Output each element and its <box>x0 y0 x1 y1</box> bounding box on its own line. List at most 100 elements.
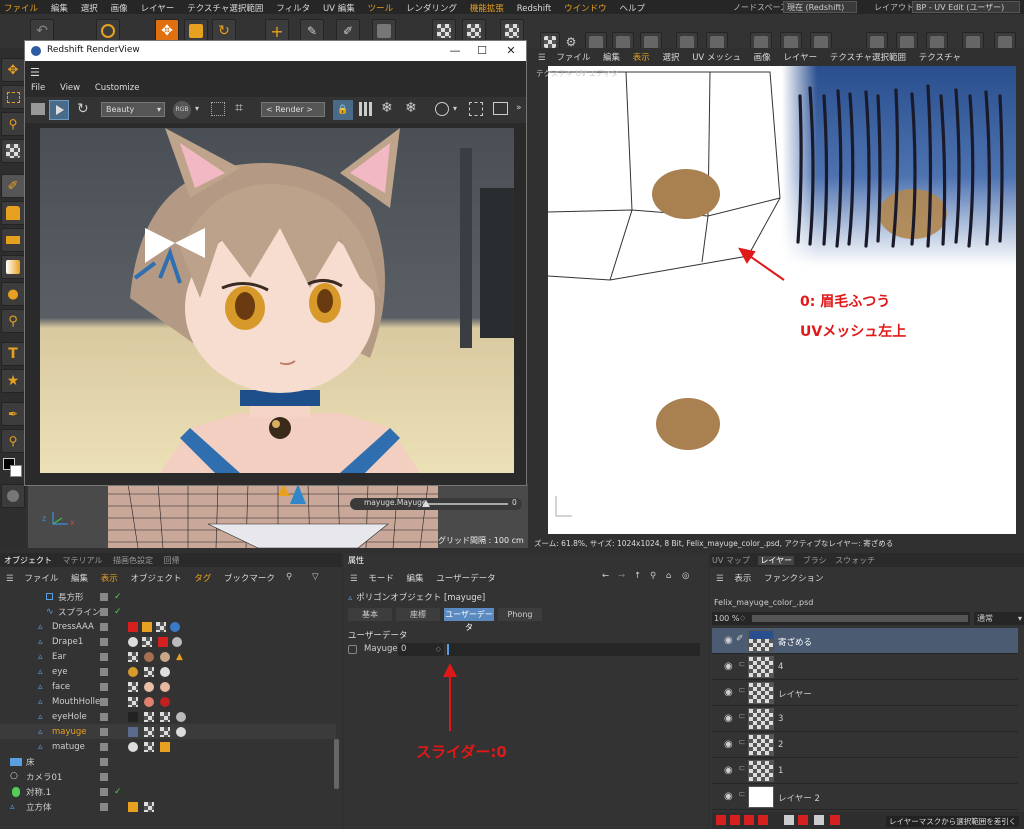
stamp-tool[interactable] <box>1 201 25 225</box>
layer-item[interactable]: ◉ ⊂ レイヤー 2 <box>712 784 1018 810</box>
visibility-icon[interactable] <box>100 787 108 796</box>
visibility-icon[interactable] <box>100 802 108 811</box>
tab-materials[interactable]: マテリアル <box>63 556 103 565</box>
opacity-slider-fill[interactable] <box>752 615 968 622</box>
attr-menu-edit[interactable]: 編集 <box>407 572 424 584</box>
material-tag-icon[interactable] <box>176 726 186 737</box>
eyedropper-tool[interactable]: ✒ <box>1 402 25 426</box>
menu-image[interactable]: 画像 <box>111 2 128 14</box>
om-menu-object[interactable]: オブジェクト <box>130 572 181 584</box>
visibility-icon[interactable] <box>100 622 108 631</box>
fill-tool[interactable]: ● <box>1 282 25 306</box>
material-tag-icon[interactable] <box>160 666 170 677</box>
menu-customize-rv[interactable]: Customize <box>95 83 140 93</box>
layout-select[interactable]: BP - UV Edit (ユーザー) <box>912 1 1020 13</box>
mask-add-icon[interactable] <box>798 815 808 825</box>
om-menu-file[interactable]: ファイル <box>24 572 58 584</box>
list-item[interactable]: ∿ スプライン ✓ <box>0 604 336 619</box>
list-item[interactable]: ⎔ カメラ01 <box>0 769 336 784</box>
blend-mode-select[interactable]: 通常 ▾ <box>974 612 1024 625</box>
focus-icon[interactable] <box>469 102 483 116</box>
om-filter-icon[interactable]: ▽ <box>312 572 319 582</box>
tab-uvmap[interactable]: UV マップ <box>712 556 750 565</box>
menu-redshift[interactable]: Redshift <box>517 4 552 14</box>
uv-menu-file[interactable]: ファイル <box>556 51 590 63</box>
tab-objects[interactable]: オブジェクト <box>4 556 52 565</box>
eye-icon[interactable]: ◉ <box>724 713 733 724</box>
material-tag-icon[interactable] <box>176 711 186 722</box>
grid-overlay-icon[interactable] <box>211 102 225 116</box>
list-item[interactable]: ▵ eyeHole <box>0 709 336 724</box>
warning-icon[interactable]: ▲ <box>176 652 183 662</box>
layer-item[interactable]: ◉ ⊂ 4 <box>712 654 1018 680</box>
material-tag-icon[interactable] <box>128 726 138 737</box>
texture-tag-icon[interactable] <box>156 621 166 632</box>
stepper-icon[interactable]: ◇ <box>436 643 441 656</box>
maximize-button[interactable]: ☐ <box>467 41 497 61</box>
texture-tag-icon[interactable] <box>128 651 138 662</box>
eye-icon[interactable]: ◉ <box>724 635 733 646</box>
list-item[interactable]: ▵ Drape1 <box>0 634 336 649</box>
tab-phong[interactable]: Phong <box>498 608 542 621</box>
menu-layer[interactable]: レイヤー <box>141 2 175 14</box>
slider-handle[interactable] <box>447 644 449 655</box>
material-tag-icon[interactable] <box>128 621 138 632</box>
material-tag-icon[interactable] <box>128 666 138 677</box>
record-button[interactable] <box>1 484 25 508</box>
menu-file-rv[interactable]: File <box>31 83 45 93</box>
color-swatch[interactable] <box>3 458 23 478</box>
new-layer-icon[interactable] <box>716 815 726 825</box>
texture-tag-icon[interactable] <box>144 726 154 737</box>
magic-wand-tool[interactable]: ⚲ <box>1 112 25 136</box>
menu-filter[interactable]: フィルタ <box>276 2 310 14</box>
more-icon[interactable]: » <box>516 103 522 113</box>
texture-tag-icon[interactable] <box>160 726 170 737</box>
forward-arrow-icon[interactable]: → <box>618 571 625 581</box>
list-item[interactable]: 床 <box>0 754 336 769</box>
om-search-icon[interactable]: ⚲ <box>286 572 292 582</box>
mayuge-slider[interactable] <box>446 643 700 656</box>
layer-item[interactable]: ◉ ✐ 寄ざめる <box>712 628 1018 654</box>
material-tag-icon[interactable] <box>142 621 152 632</box>
node-space-select[interactable]: 現在 (Redshift) <box>783 1 857 13</box>
gradient-tool[interactable] <box>1 255 25 279</box>
visibility-icon[interactable] <box>100 697 108 706</box>
om-hamburger-icon[interactable]: ☰ <box>6 574 14 584</box>
visibility-icon[interactable] <box>100 772 108 781</box>
hamburger-menu-icon[interactable]: ☰ <box>30 66 40 79</box>
material-tag-icon[interactable] <box>128 741 138 752</box>
render-play-button[interactable] <box>49 100 69 120</box>
material-tag-icon[interactable] <box>144 696 154 707</box>
menu-select[interactable]: 選択 <box>81 2 98 14</box>
attr-target-icon[interactable]: ◎ <box>682 571 689 581</box>
tab-coordinates[interactable]: 座標 <box>396 608 440 621</box>
attr-search-icon[interactable]: ⚲ <box>650 571 656 581</box>
tab-draw-color[interactable]: 描画色設定 <box>113 556 153 565</box>
attr-menu-mode[interactable]: モード <box>368 572 394 584</box>
om-menu-tag[interactable]: タグ <box>194 572 211 584</box>
material-tag-icon[interactable] <box>128 711 138 722</box>
brush-tool-side[interactable]: ✐ <box>1 174 25 198</box>
menu-help[interactable]: ヘルプ <box>620 2 646 14</box>
visibility-icon[interactable] <box>100 757 108 766</box>
circle-display-icon[interactable] <box>435 102 449 116</box>
texture-tag-icon[interactable] <box>144 666 154 677</box>
visibility-icon[interactable] <box>100 712 108 721</box>
texture-tag-icon[interactable] <box>144 801 154 812</box>
snowflake-icon[interactable]: ❄ <box>381 100 393 116</box>
dropdown-arrow-icon[interactable]: ▾ <box>453 104 457 113</box>
list-item[interactable]: 対称.1 ✓ <box>0 784 336 799</box>
uv-menu-edit[interactable]: 編集 <box>603 51 620 63</box>
dropdown-arrow-icon[interactable]: ▾ <box>195 104 199 113</box>
checker-tool[interactable] <box>1 139 25 163</box>
texture-tag-icon[interactable] <box>142 636 152 647</box>
snowflake-alt-icon[interactable]: ❄ <box>405 100 417 116</box>
attr-hamburger-icon[interactable]: ☰ <box>350 574 358 584</box>
eye-icon[interactable]: ◉ <box>724 687 733 698</box>
render-target-select[interactable]: < Render > <box>261 102 325 117</box>
texture-tag-icon[interactable] <box>144 711 154 722</box>
folder-icon[interactable] <box>784 815 794 825</box>
minimize-button[interactable]: — <box>440 41 470 61</box>
zoom-tool[interactable]: ⚲ <box>1 309 25 333</box>
menu-rendering[interactable]: レンダリング <box>406 2 457 14</box>
